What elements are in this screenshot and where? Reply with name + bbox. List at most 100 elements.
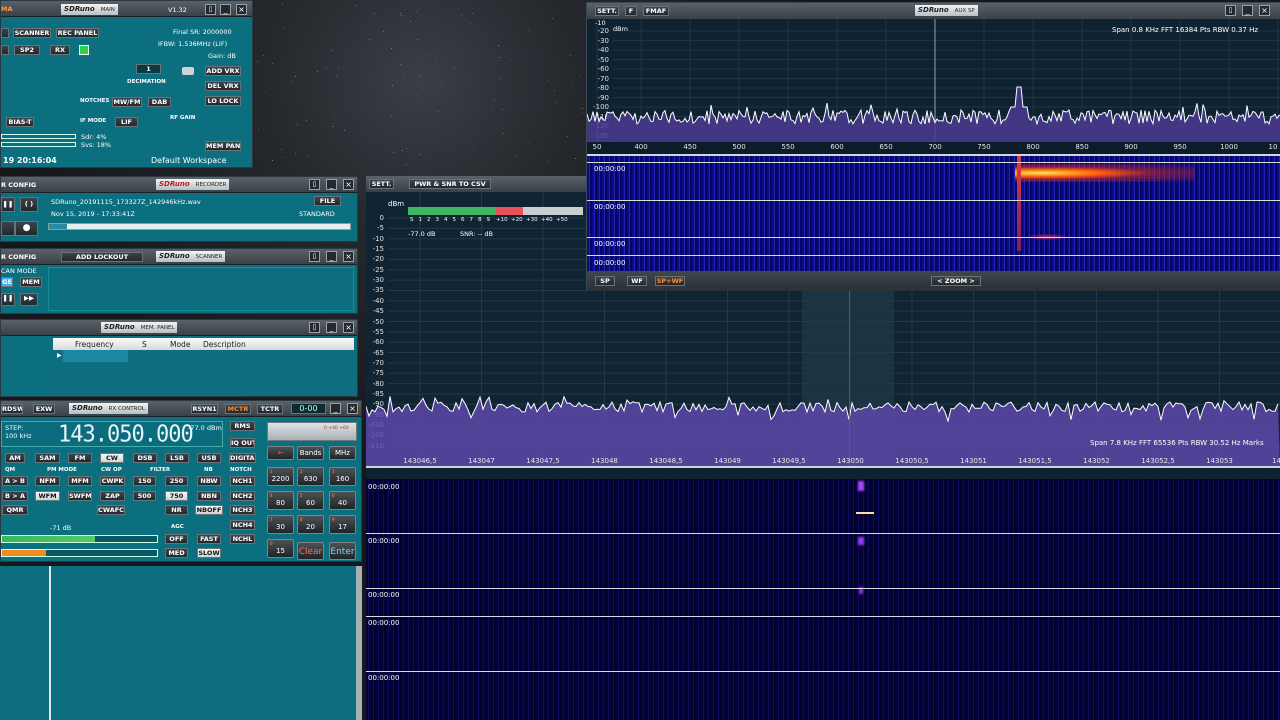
back-key[interactable]: ← xyxy=(267,446,294,460)
nch4-button[interactable]: NCH4 xyxy=(230,520,255,530)
key-160[interactable]: 3 160 xyxy=(329,467,356,486)
pause-icon[interactable]: ❚❚ xyxy=(1,197,15,212)
nfm-button[interactable]: NFM xyxy=(35,476,60,486)
key-80[interactable]: 4 80 xyxy=(267,491,294,510)
main-titlebar[interactable]: MA SDRuno MAIN V1.32 ▯ _ × xyxy=(1,1,252,17)
key-15[interactable]: 0 15 xyxy=(267,539,294,558)
rms-button[interactable]: RMS xyxy=(230,421,255,431)
aux-f-button[interactable]: F xyxy=(625,6,637,16)
recorder-titlebar[interactable]: R CONFIG SDRuno RECORDER ▯ _ × xyxy=(1,177,357,193)
frequency-display[interactable]: STEP: 100 kHz 143.050.000 -77.0 dBm xyxy=(1,421,223,448)
minimize-icon[interactable]: _ xyxy=(326,322,337,333)
record-left-icon[interactable] xyxy=(1,221,15,236)
nch1-button[interactable]: NCH1 xyxy=(230,476,255,486)
close-icon[interactable]: × xyxy=(236,4,247,15)
aux-spwf-button[interactable]: SP+WF xyxy=(655,276,685,286)
loop-icon[interactable]: ( ) xyxy=(20,197,38,212)
close-icon[interactable]: × xyxy=(347,403,358,414)
zoom-control[interactable]: < ZOOM > xyxy=(931,276,981,286)
a-to-b-button[interactable]: A > B xyxy=(2,476,28,486)
nboff-button[interactable]: NBOFF xyxy=(195,505,223,515)
rx-button[interactable]: RX xyxy=(50,45,70,55)
mctr-button[interactable]: MCTR xyxy=(225,404,251,414)
main-waterfall[interactable] xyxy=(366,479,1280,720)
nchl-button[interactable]: NCHL xyxy=(230,534,255,544)
qmr-button[interactable]: QMR xyxy=(2,505,28,515)
add-vrx-button[interactable]: ADD VRX xyxy=(205,66,241,76)
mhz-key[interactable]: MHz xyxy=(329,446,356,460)
close-icon[interactable]: × xyxy=(343,251,354,262)
scan-pause-icon[interactable]: ❚❚ xyxy=(1,293,15,306)
mode-sam-button[interactable]: SAM xyxy=(35,453,60,463)
aux-sett-button[interactable]: SETT. xyxy=(595,6,619,16)
record-icon[interactable]: ● xyxy=(15,221,38,236)
exw-button[interactable]: EXW xyxy=(33,404,55,414)
mem-pan-button[interactable]: MEM PAN xyxy=(205,141,241,151)
minimize-icon[interactable]: _ xyxy=(326,251,337,262)
agc-fast-button[interactable]: FAST xyxy=(197,534,221,544)
pwr-snr-csv-button[interactable]: PWR & SNR TO CSV xyxy=(409,179,491,189)
col-description[interactable]: Description xyxy=(203,340,246,349)
zoom-left-icon[interactable]: < xyxy=(937,277,945,285)
rx-control-titlebar[interactable]: RDSW EXW SDRuno RX CONTROL RSYN1 MCTR TCT… xyxy=(1,401,361,417)
mem-button[interactable]: MEM xyxy=(20,277,42,287)
rec-panel-button[interactable]: REC PANEL xyxy=(56,28,99,38)
nbn-button[interactable]: NBN xyxy=(197,491,221,501)
nbw-button[interactable]: NBW xyxy=(197,476,221,486)
mem-panel-titlebar[interactable]: SDRuno MEM. PANEL ▯ _ × xyxy=(1,320,357,336)
key-40[interactable]: 6 40 xyxy=(329,491,356,510)
enter-key[interactable]: Enter xyxy=(329,542,356,560)
mw-fm-button[interactable]: MW/FM xyxy=(112,97,142,107)
main-left-button-1[interactable] xyxy=(1,28,9,38)
nr-button[interactable]: NR xyxy=(165,505,188,515)
key-2200[interactable]: 1 2200 xyxy=(267,467,294,486)
dab-button[interactable]: DAB xyxy=(148,97,171,107)
scanner-titlebar[interactable]: R CONFIG ADD LOCKOUT SDRuno SCANNER ▯ _ × xyxy=(1,249,357,265)
mode-cw-button[interactable]: CW xyxy=(100,453,124,463)
b-to-a-button[interactable]: B > A xyxy=(2,491,28,501)
lo-lock-button[interactable]: LO LOCK xyxy=(205,96,241,106)
iq-out-button[interactable]: IQ OUT xyxy=(230,438,255,448)
minimize-icon[interactable]: _ xyxy=(1242,5,1253,16)
aux-sp-button[interactable]: SP xyxy=(595,276,615,286)
close-icon[interactable]: × xyxy=(343,322,354,333)
clear-key[interactable]: Clear xyxy=(297,542,324,560)
sp2-button[interactable]: SP2 xyxy=(14,45,40,55)
filter-500-button[interactable]: 500 xyxy=(133,491,156,501)
scan-mode-button[interactable]: GE xyxy=(1,277,13,287)
splitter-line[interactable] xyxy=(49,566,51,720)
del-vrx-button[interactable]: DEL VRX xyxy=(205,81,241,91)
main-left-button-2[interactable] xyxy=(1,45,9,55)
col-s[interactable]: S xyxy=(142,340,147,349)
agc-slow-button[interactable]: SLOW xyxy=(197,548,221,558)
slider-icon[interactable] xyxy=(182,67,194,75)
swfm-button[interactable]: SWFM xyxy=(68,491,92,501)
col-frequency[interactable]: Frequency xyxy=(75,340,114,349)
agc-off-button[interactable]: OFF xyxy=(165,534,188,544)
main-sp-sett-button[interactable]: SETT. xyxy=(369,179,394,189)
aux-fmaf-button[interactable]: FMAF xyxy=(643,6,669,16)
scan-forward-icon[interactable]: ▶▶ xyxy=(20,293,38,306)
rdsw-button[interactable]: RDSW xyxy=(1,404,23,414)
lif-button[interactable]: LIF xyxy=(115,117,138,127)
key-60[interactable]: 5 60 xyxy=(297,491,324,510)
aux-scope[interactable]: dBm -10 -20 -30 -40 -50 -60 -70 -80 -90 -100 -110… xyxy=(587,19,1280,142)
mode-dsb-button[interactable]: DSB xyxy=(133,453,157,463)
aux-wf-button[interactable]: WF xyxy=(627,276,647,286)
col-mode[interactable]: Mode xyxy=(170,340,190,349)
minimize-icon[interactable]: _ xyxy=(220,4,231,15)
close-icon[interactable]: × xyxy=(1259,5,1270,16)
nch2-button[interactable]: NCH2 xyxy=(230,491,255,501)
file-button[interactable]: FILE xyxy=(314,196,341,206)
filter-750-button[interactable]: 750 xyxy=(165,491,188,501)
filter-150-button[interactable]: 150 xyxy=(133,476,156,486)
add-lockout-button[interactable]: ADD LOCKOUT xyxy=(61,252,143,262)
mode-fm-button[interactable]: FM xyxy=(68,453,92,463)
tctr-button[interactable]: TCTR xyxy=(257,404,283,414)
scanner-button[interactable]: SCANNER xyxy=(13,28,51,38)
key-17[interactable]: 9 17 xyxy=(329,515,356,534)
digital-button[interactable]: DIGITAL xyxy=(229,453,256,463)
mode-lsb-button[interactable]: LSB xyxy=(165,453,189,463)
minimize-icon[interactable]: _ xyxy=(326,179,337,190)
key-20[interactable]: 8 20 xyxy=(297,515,324,534)
